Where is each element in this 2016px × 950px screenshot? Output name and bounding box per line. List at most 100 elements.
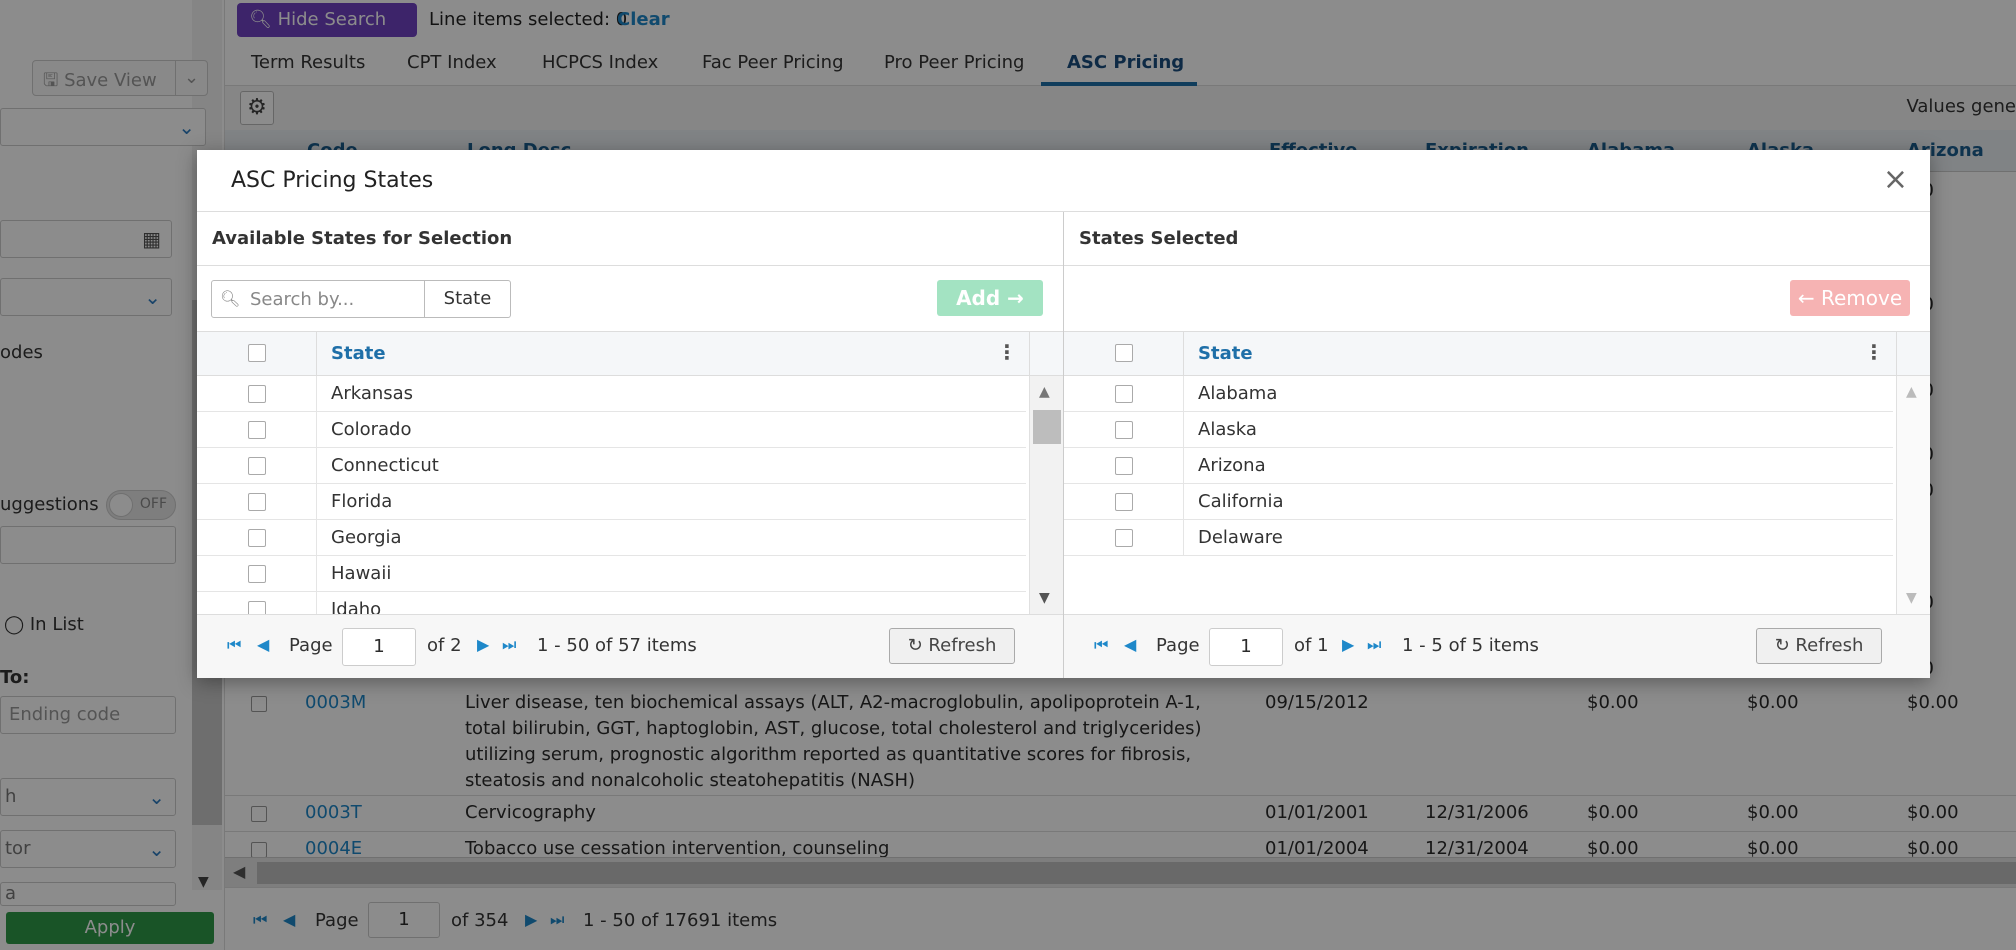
column-menu-icon[interactable]: ⋮: [997, 340, 1017, 364]
row-checkbox[interactable]: [1115, 457, 1133, 475]
row-checkbox[interactable]: [248, 565, 266, 583]
row-checkbox[interactable]: [248, 421, 266, 439]
prev-page-icon[interactable]: ◀: [257, 635, 269, 654]
list-item[interactable]: Delaware: [1064, 520, 1893, 556]
list-item[interactable]: Idaho: [197, 592, 1026, 614]
row-checkbox[interactable]: [1115, 385, 1133, 403]
next-page-icon[interactable]: ▶: [477, 635, 489, 654]
list-item[interactable]: Hawaii: [197, 556, 1026, 592]
close-icon[interactable]: ×: [1883, 162, 1908, 197]
list-item[interactable]: Georgia: [197, 520, 1026, 556]
page-of-label: of 2: [427, 635, 462, 656]
page-input[interactable]: 1: [342, 628, 416, 666]
remove-button[interactable]: ← Remove: [1790, 280, 1910, 316]
last-page-icon[interactable]: ⏭: [1367, 635, 1381, 655]
selected-pager: ⏮ ◀ Page 1 of 1 ▶ ⏭ 1 - 5 of 5 items ↻ R…: [1064, 614, 1930, 678]
checkbox-cell: [1064, 520, 1184, 556]
scroll-down-icon[interactable]: ▼: [1906, 590, 1917, 606]
state-name: Arizona: [1198, 455, 1266, 476]
available-pager: ⏮ ◀ Page 1 of 2 ▶ ⏭ 1 - 50 of 57 items ↻…: [197, 614, 1063, 678]
arrow-left-icon: ←: [1797, 286, 1815, 310]
list-item[interactable]: Florida: [197, 484, 1026, 520]
scroll-up-icon[interactable]: ▲: [1906, 384, 1917, 400]
dialog-header: ASC Pricing States ×: [197, 150, 1930, 212]
row-checkbox[interactable]: [1115, 421, 1133, 439]
state-name: Delaware: [1198, 527, 1283, 548]
checkbox-cell: [1064, 484, 1184, 520]
add-label: Add: [956, 286, 1001, 310]
pane-header: States Selected: [1064, 212, 1930, 266]
list-item[interactable]: Colorado: [197, 412, 1026, 448]
list-item[interactable]: Connecticut: [197, 448, 1026, 484]
list-item[interactable]: Arkansas: [197, 376, 1026, 412]
list-item[interactable]: Arizona: [1064, 448, 1893, 484]
row-checkbox[interactable]: [248, 493, 266, 511]
checkbox-cell: [197, 592, 317, 614]
selected-list: Alabama Alaska Arizona California Delawa…: [1064, 376, 1930, 614]
pane-header: Available States for Selection: [197, 212, 1063, 266]
column-header-state[interactable]: State: [1198, 343, 1253, 364]
select-all-checkbox[interactable]: [1115, 344, 1133, 362]
checkbox-cell: [197, 448, 317, 484]
state-name: Arkansas: [331, 383, 414, 404]
add-button[interactable]: Add →: [937, 280, 1043, 316]
header-gutter: [1029, 332, 1063, 376]
items-count: 1 - 5 of 5 items: [1402, 635, 1539, 656]
refresh-icon: ↻: [1774, 635, 1790, 656]
first-page-icon[interactable]: ⏮: [227, 635, 241, 655]
row-checkbox[interactable]: [248, 601, 266, 614]
last-page-icon[interactable]: ⏭: [502, 635, 516, 655]
checkbox-cell: [1064, 412, 1184, 448]
available-list-scrollbar[interactable]: ▲ ▼: [1029, 376, 1063, 614]
selected-list-scrollbar[interactable]: ▲ ▼: [1896, 376, 1930, 614]
row-checkbox[interactable]: [248, 529, 266, 547]
state-name: Idaho: [331, 599, 382, 614]
row-checkbox[interactable]: [248, 457, 266, 475]
select-all-checkbox[interactable]: [248, 344, 266, 362]
state-name: Hawaii: [331, 563, 392, 584]
list-item[interactable]: California: [1064, 484, 1893, 520]
row-checkbox[interactable]: [1115, 493, 1133, 511]
page-of-label: of 1: [1294, 635, 1329, 656]
scroll-down-icon[interactable]: ▼: [1039, 590, 1050, 606]
scroll-up-icon[interactable]: ▲: [1039, 384, 1050, 400]
state-name: Alabama: [1198, 383, 1278, 404]
checkbox-cell: [1064, 376, 1184, 412]
state-name: Florida: [331, 491, 393, 512]
list-item[interactable]: Alabama: [1064, 376, 1893, 412]
selected-states-title: States Selected: [1079, 228, 1239, 249]
row-checkbox[interactable]: [1115, 529, 1133, 547]
refresh-label: Refresh: [928, 635, 997, 656]
available-list-header: State ⋮: [197, 332, 1063, 376]
state-name: California: [1198, 491, 1284, 512]
dialog-title: ASC Pricing States: [231, 168, 434, 193]
checkbox-cell: [197, 376, 317, 412]
items-count: 1 - 50 of 57 items: [537, 635, 697, 656]
state-name: Colorado: [331, 419, 412, 440]
search-input[interactable]: 🔍︎ Search by...: [211, 280, 425, 318]
search-field-selector[interactable]: State: [425, 280, 511, 318]
row-checkbox[interactable]: [248, 385, 266, 403]
scrollbar-thumb[interactable]: [1033, 410, 1061, 444]
column-menu-icon[interactable]: ⋮: [1864, 340, 1884, 364]
available-list: Arkansas Colorado Connecticut Florida Ge…: [197, 376, 1063, 614]
checkbox-cell: [197, 556, 317, 592]
search-placeholder: Search by...: [250, 289, 355, 310]
list-item[interactable]: Alaska: [1064, 412, 1893, 448]
page-input[interactable]: 1: [1209, 628, 1283, 666]
state-name: Connecticut: [331, 455, 439, 476]
checkbox-cell: [1064, 448, 1184, 484]
header-gutter: [1896, 332, 1930, 376]
selected-list-header: State ⋮: [1064, 332, 1930, 376]
state-name: Alaska: [1198, 419, 1257, 440]
refresh-button[interactable]: ↻ Refresh: [889, 628, 1015, 664]
next-page-icon[interactable]: ▶: [1342, 635, 1354, 654]
refresh-icon: ↻: [907, 635, 923, 656]
available-toolbar: 🔍︎ Search by... State Add →: [197, 266, 1063, 332]
column-header-state[interactable]: State: [331, 343, 386, 364]
arrow-right-icon: →: [1007, 286, 1024, 310]
first-page-icon[interactable]: ⏮: [1094, 635, 1108, 655]
refresh-button[interactable]: ↻ Refresh: [1756, 628, 1882, 664]
refresh-label: Refresh: [1795, 635, 1864, 656]
prev-page-icon[interactable]: ◀: [1124, 635, 1136, 654]
